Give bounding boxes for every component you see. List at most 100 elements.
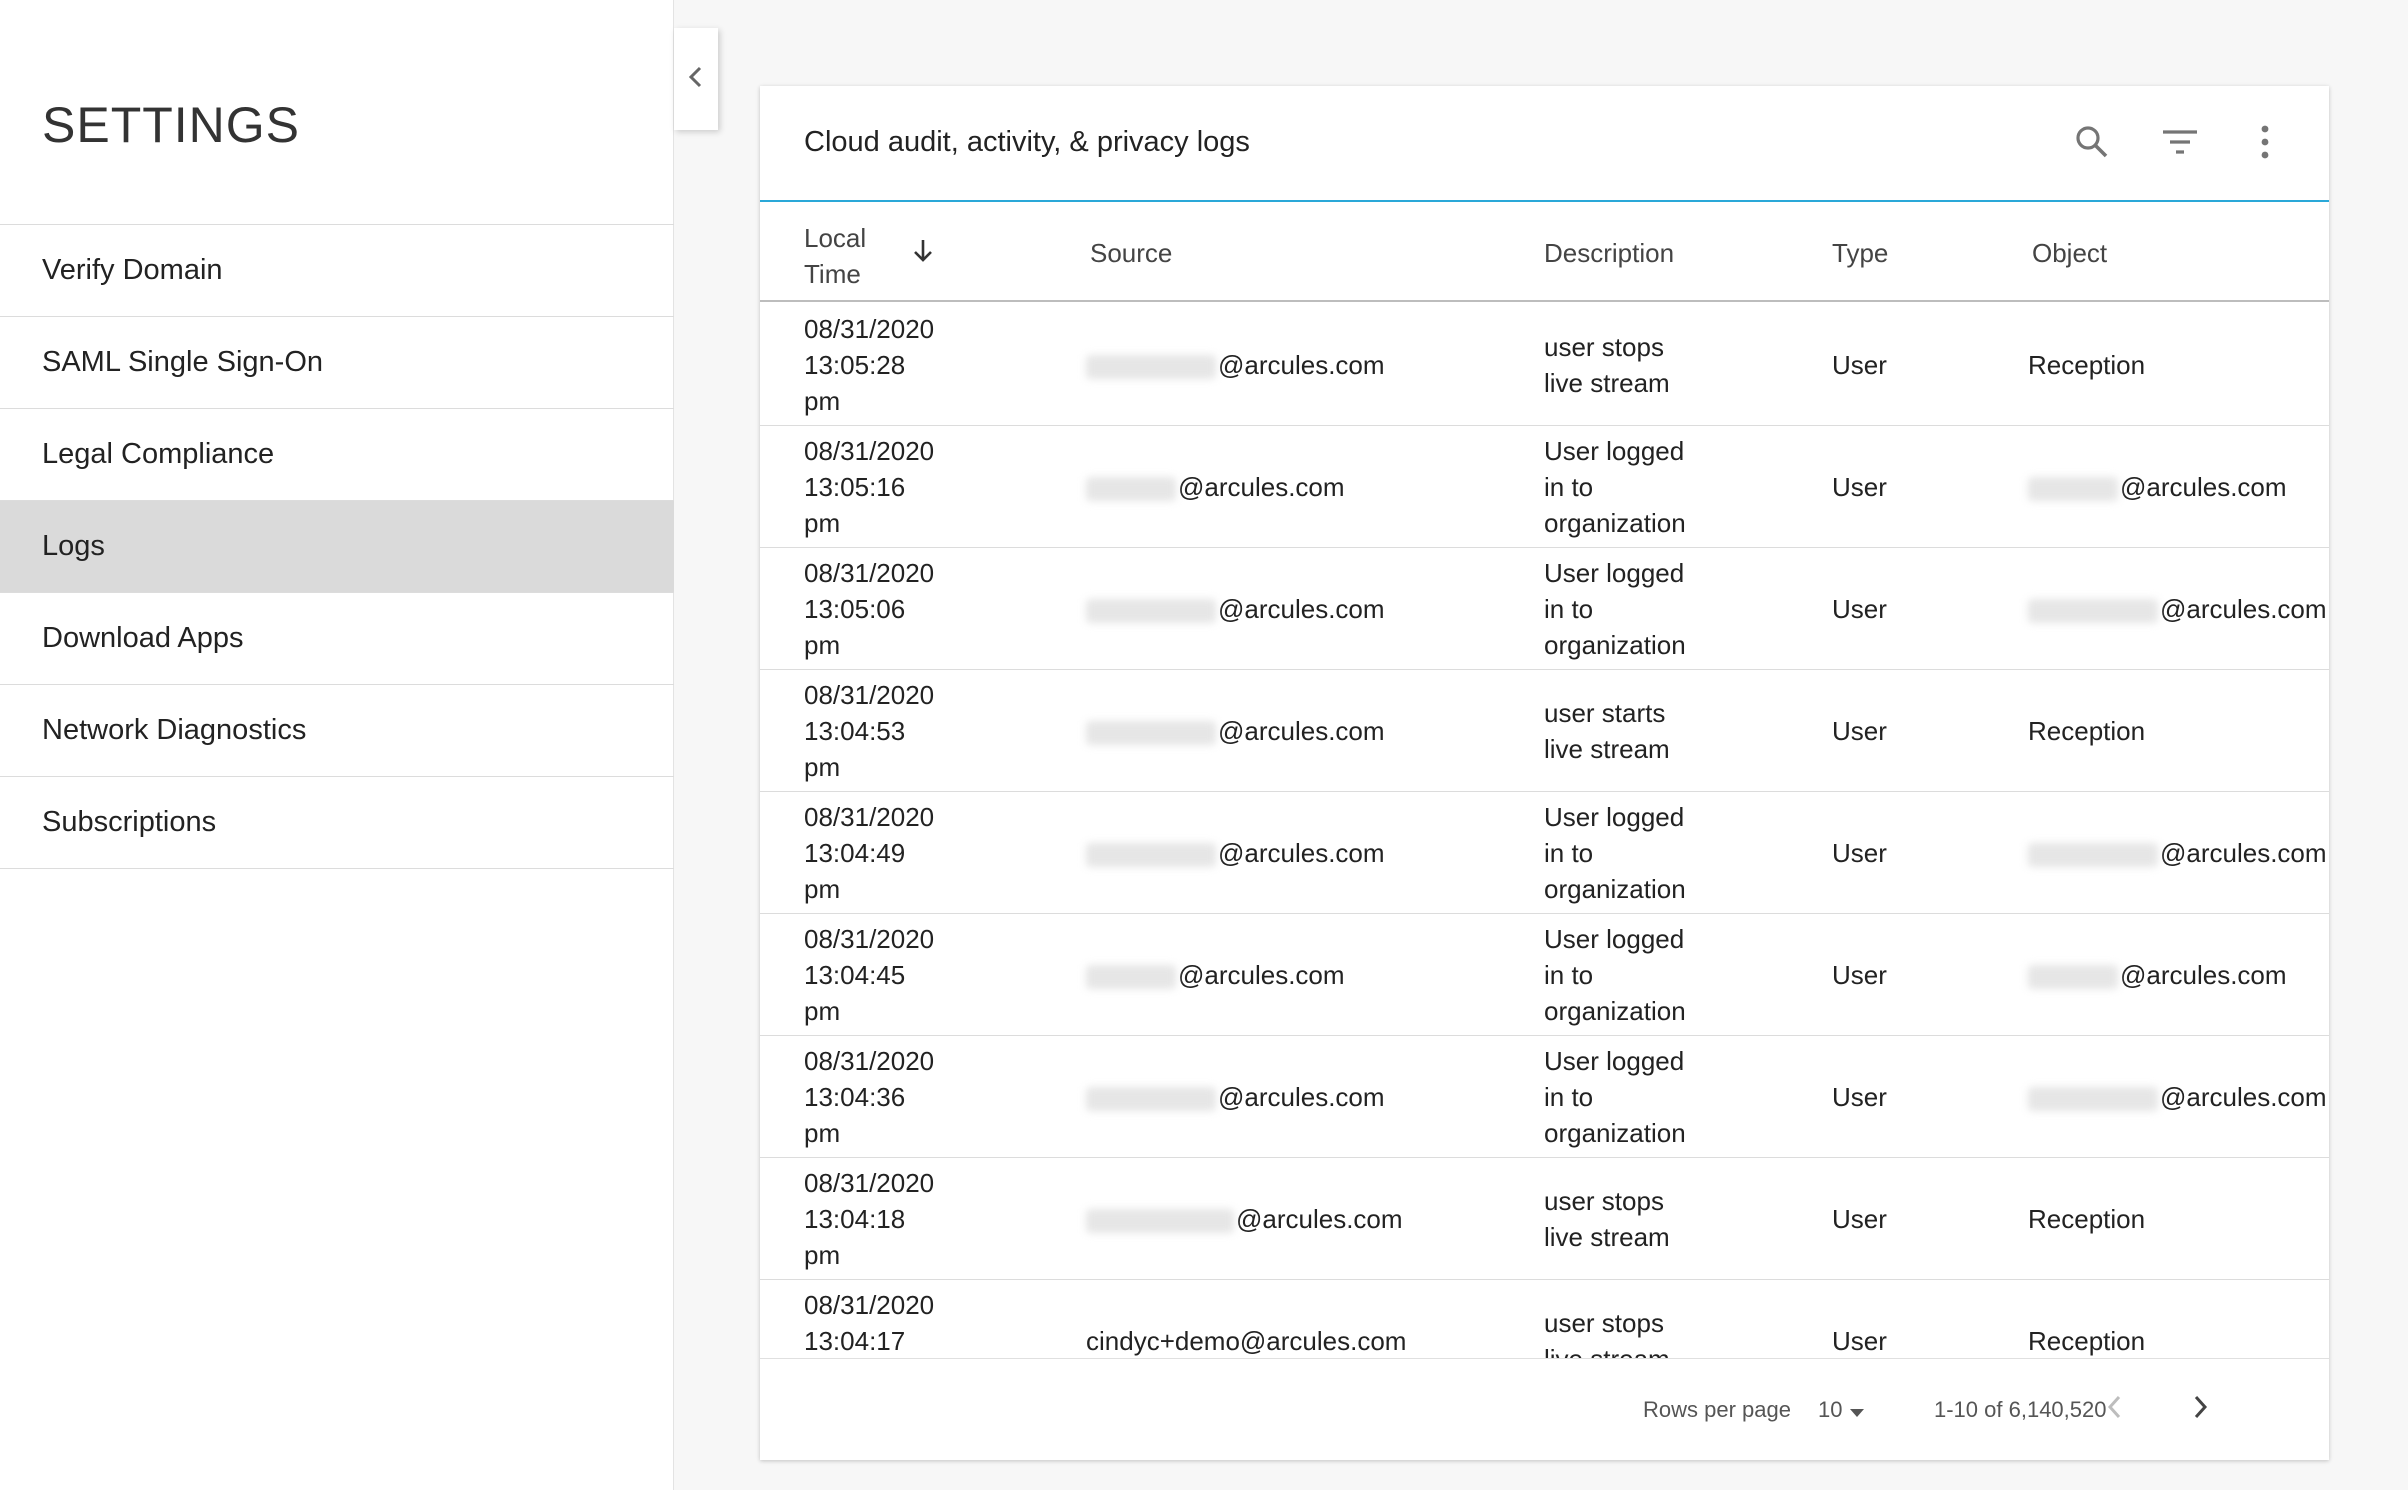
table-row[interactable]: 08/31/2020 13:05:16 pm @arcules.com User l… — [760, 426, 2329, 548]
cell-source: @arcules.com — [1086, 548, 1385, 670]
column-local-time[interactable]: Local Time — [804, 220, 866, 292]
cell-local-time-text: 08/31/2020 13:05:06 pm — [804, 558, 935, 660]
arrow-down-icon[interactable] — [912, 238, 934, 271]
cell-source: @arcules.com — [1086, 914, 1345, 1036]
cell-local-time: 08/31/2020 13:05:16 pm — [804, 426, 934, 548]
table-row[interactable]: 08/31/2020 13:05:06 pm @arcules.com User l… — [760, 548, 2329, 670]
cell-description-text: User logged in to organization — [1544, 924, 1686, 1026]
rows-per-page-select[interactable]: 10 — [1818, 1397, 1865, 1424]
card-header: Cloud audit, activity, & privacy logs — [760, 86, 2329, 202]
cell-type: User — [1832, 1036, 1887, 1158]
collapse-sidebar-button[interactable] — [674, 28, 718, 130]
redacted-text — [2028, 477, 2118, 502]
cell-type: User — [1832, 304, 1887, 426]
previous-page-button[interactable] — [2094, 1389, 2134, 1429]
cell-type: User — [1832, 1158, 1887, 1280]
redacted-text — [1086, 1087, 1216, 1112]
cell-object-text: Reception — [2028, 1204, 2146, 1234]
rows-per-page-value: 10 — [1818, 1397, 1843, 1422]
cell-local-time-text: 08/31/2020 13:04:53 pm — [804, 680, 935, 782]
rows-per-page-label: Rows per page — [1643, 1397, 1791, 1422]
cell-local-time: 08/31/2020 13:04:36 pm — [804, 1036, 934, 1158]
cell-description-text: User logged in to organization — [1544, 558, 1686, 660]
sidebar-item-download-apps[interactable]: Download Apps — [0, 593, 674, 685]
redacted-text — [1086, 477, 1176, 502]
cell-object-text: @arcules.com — [2120, 472, 2287, 502]
cell-object-text: Reception — [2028, 1326, 2146, 1356]
table-row[interactable]: 08/31/2020 13:04:18 pm @arcules.com user s… — [760, 1158, 2329, 1280]
redacted-text — [2028, 599, 2158, 624]
cell-source: @arcules.com — [1086, 792, 1385, 914]
table-row[interactable]: 08/31/2020 13:05:28 pm @arcules.com user s… — [760, 304, 2329, 426]
column-type[interactable]: Type — [1832, 238, 1888, 269]
cell-type: User — [1832, 670, 1887, 792]
more-vertical-icon[interactable] — [2245, 122, 2285, 162]
cell-local-time-text: 08/31/2020 13:04:18 pm — [804, 1168, 935, 1270]
cell-local-time: 08/31/2020 13:04:18 pm — [804, 1158, 934, 1280]
cell-source-text: cindyc+demo@arcules.com — [1086, 1326, 1407, 1356]
cell-description: User logged in to organization — [1544, 1036, 1686, 1158]
cell-type: User — [1832, 792, 1887, 914]
sidebar-item-logs[interactable]: Logs — [0, 501, 674, 593]
cell-object: @arcules.com — [2028, 426, 2287, 548]
logs-card: Cloud audit, activity, & privacy logs Lo… — [760, 86, 2329, 1460]
cell-description-text: User logged in to organization — [1544, 436, 1686, 538]
cell-description: User logged in to organization — [1544, 548, 1686, 670]
table-footer: Rows per page 10 1-10 of 6,140,520 — [760, 1358, 2329, 1460]
table-row[interactable]: 08/31/2020 13:04:49 pm @arcules.com User l… — [760, 792, 2329, 914]
redacted-text — [1086, 721, 1216, 746]
cell-source-text: @arcules.com — [1178, 472, 1345, 502]
sidebar-item-label: Legal Compliance — [42, 438, 275, 470]
cell-local-time-text: 08/31/2020 13:05:28 pm — [804, 314, 935, 416]
cell-local-time: 08/31/2020 13:04:45 pm — [804, 914, 934, 1036]
cell-type: User — [1832, 548, 1887, 670]
sidebar-item-legal-compliance[interactable]: Legal Compliance — [0, 409, 674, 501]
filter-icon[interactable] — [2160, 122, 2200, 162]
cell-source-text: @arcules.com — [1218, 1082, 1385, 1112]
sidebar-item-network-diagnostics[interactable]: Network Diagnostics — [0, 685, 674, 777]
column-source[interactable]: Source — [1090, 238, 1172, 269]
sidebar-item-label: Network Diagnostics — [42, 714, 307, 746]
redacted-text — [2028, 843, 2158, 868]
dropdown-arrow-icon — [1849, 1398, 1865, 1424]
table-row[interactable]: 08/31/2020 13:04:53 pm @arcules.com user s… — [760, 670, 2329, 792]
redacted-text — [2028, 965, 2118, 990]
cell-source: @arcules.com — [1086, 1036, 1385, 1158]
card-title: Cloud audit, activity, & privacy logs — [804, 126, 1250, 158]
cell-object: Reception — [2028, 670, 2145, 792]
sidebar-item-label: SAML Single Sign-On — [42, 346, 324, 378]
column-object[interactable]: Object — [2032, 238, 2107, 269]
cell-local-time-text: 08/31/2020 13:04:36 pm — [804, 1046, 935, 1148]
table-row[interactable]: 08/31/2020 13:04:45 pm @arcules.com User l… — [760, 914, 2329, 1036]
table-row[interactable]: 08/31/2020 13:04:36 pm @arcules.com User l… — [760, 1036, 2329, 1158]
cell-type-text: User — [1832, 472, 1887, 502]
cell-object: @arcules.com — [2028, 1036, 2327, 1158]
sidebar-item-verify-domain[interactable]: Verify Domain — [0, 225, 674, 317]
cell-type-text: User — [1832, 960, 1887, 990]
sidebar-item-subscriptions[interactable]: Subscriptions — [0, 777, 674, 869]
cell-description: User logged in to organization — [1544, 914, 1686, 1036]
cell-object-text: @arcules.com — [2120, 960, 2287, 990]
cell-type-text: User — [1832, 1326, 1887, 1356]
cell-source-text: @arcules.com — [1218, 350, 1385, 380]
next-page-button[interactable] — [2181, 1389, 2221, 1429]
cell-type-text: User — [1832, 1082, 1887, 1112]
sidebar-item-label: Download Apps — [42, 622, 244, 654]
cell-local-time-text: 08/31/2020 13:04:49 pm — [804, 802, 935, 904]
cell-description-text: User logged in to organization — [1544, 802, 1686, 904]
cell-object: @arcules.com — [2028, 792, 2327, 914]
cell-source-text: @arcules.com — [1218, 716, 1385, 746]
redacted-text — [1086, 843, 1216, 868]
cell-description: user starts live stream — [1544, 670, 1670, 792]
column-description[interactable]: Description — [1544, 238, 1674, 269]
search-icon[interactable] — [2072, 122, 2112, 162]
cell-description: User logged in to organization — [1544, 792, 1686, 914]
cell-object-text: @arcules.com — [2160, 1082, 2327, 1112]
cell-source-text: @arcules.com — [1218, 838, 1385, 868]
sidebar-item-saml-single-sign-on[interactable]: SAML Single Sign-On — [0, 317, 674, 409]
cell-source: @arcules.com — [1086, 670, 1385, 792]
cell-object-text: @arcules.com — [2160, 838, 2327, 868]
redacted-text — [1086, 1209, 1234, 1234]
cell-object-text: Reception — [2028, 350, 2146, 380]
cell-object: @arcules.com — [2028, 914, 2287, 1036]
